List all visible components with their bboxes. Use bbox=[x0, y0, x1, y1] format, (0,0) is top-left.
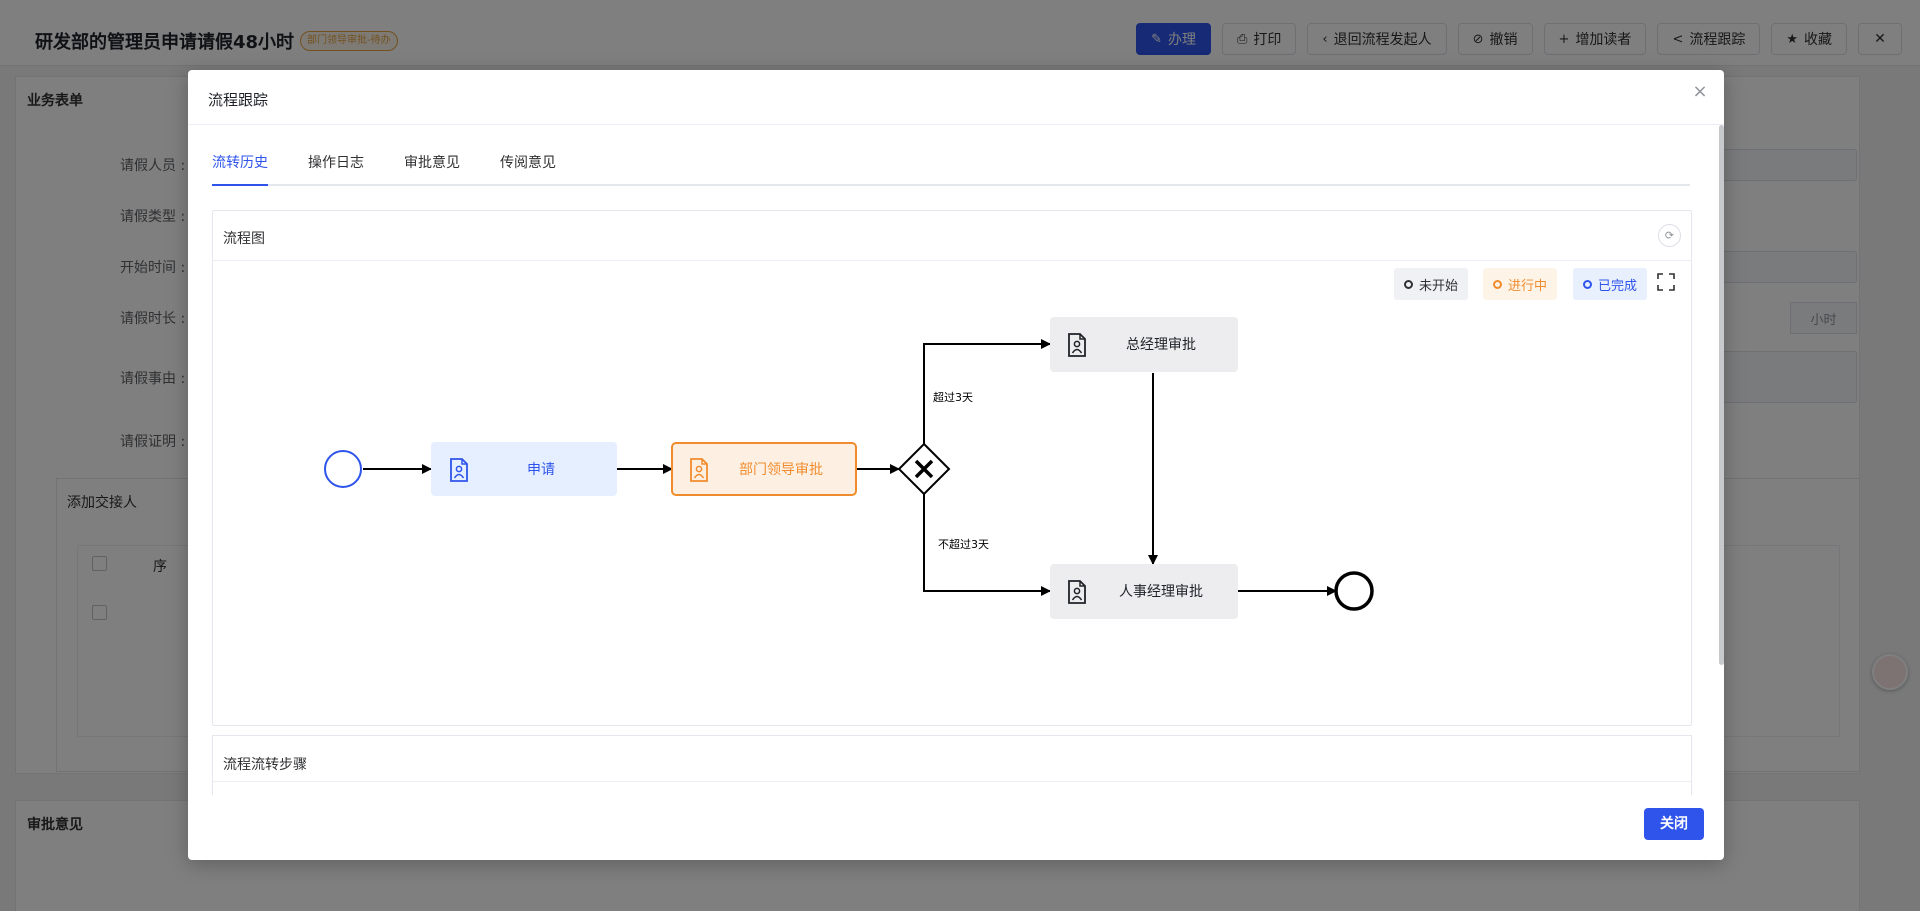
node-dept-leader-label: 部门领导审批 bbox=[739, 462, 823, 478]
divider bbox=[213, 781, 1691, 782]
dialog-close-button[interactable]: 关闭 bbox=[1644, 808, 1704, 840]
flow-trace-dialog: 流程跟踪 × 流转历史 操作日志 审批意见 传阅意见 流程图 ⟳ 未开始 进行中… bbox=[188, 70, 1724, 860]
node-gm-label: 总经理审批 bbox=[1126, 337, 1196, 353]
node-apply-label: 申请 bbox=[527, 462, 555, 478]
edge-label-over-3-days: 超过3天 bbox=[933, 390, 973, 404]
flow-steps-card: 流程流转步骤 bbox=[212, 735, 1692, 795]
start-event[interactable] bbox=[324, 450, 362, 488]
edge-label-not-over-3-days: 不超过3天 bbox=[938, 537, 989, 551]
node-hr-label: 人事经理审批 bbox=[1119, 584, 1203, 600]
flow-steps-title: 流程流转步骤 bbox=[223, 757, 307, 773]
end-event[interactable] bbox=[1334, 571, 1374, 611]
node-apply[interactable] bbox=[431, 442, 617, 496]
